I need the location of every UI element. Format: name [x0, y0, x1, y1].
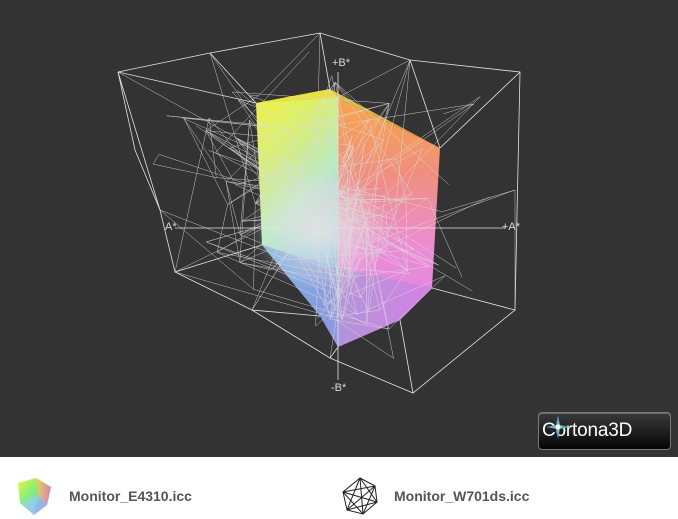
legend-item-w701ds[interactable]: Monitor_W701ds.icc [339, 475, 529, 517]
legend-label-w701ds: Monitor_W701ds.icc [394, 488, 530, 504]
mesh-edge [152, 154, 160, 165]
mesh-edge [225, 181, 241, 235]
legend-item-e4310[interactable]: Monitor_E4310.icc [14, 475, 192, 517]
cortona3d-badge[interactable]: Cortona3D [538, 412, 671, 450]
mesh-edge [225, 181, 241, 263]
mesh-edge [152, 163, 217, 178]
mesh-edge [443, 103, 474, 115]
axis-label-b-positive: +B* [332, 57, 351, 69]
mesh-edge [209, 52, 256, 204]
legend-label-e4310: Monitor_E4310.icc [69, 488, 192, 504]
color-gamut-solid-icon [18, 478, 51, 515]
legend-bar: Monitor_E4310.icc Monitor_W701ds.icc [0, 457, 678, 519]
gamut-wireframe-icon [342, 477, 378, 515]
axis-label-b-negative: -B* [331, 382, 347, 394]
brand-suffix: 3D [608, 420, 633, 441]
mesh-edge [183, 118, 228, 205]
mesh-edge [174, 117, 210, 273]
gamut-3d-viewer[interactable]: +B* -B* +A* A* Cortona3D [0, 0, 678, 457]
axis-label-a-negative: A* [165, 221, 177, 233]
cortona-logo-icon [546, 415, 570, 439]
axis-label-a-positive: +A* [502, 221, 521, 233]
mesh-edge [442, 189, 516, 212]
